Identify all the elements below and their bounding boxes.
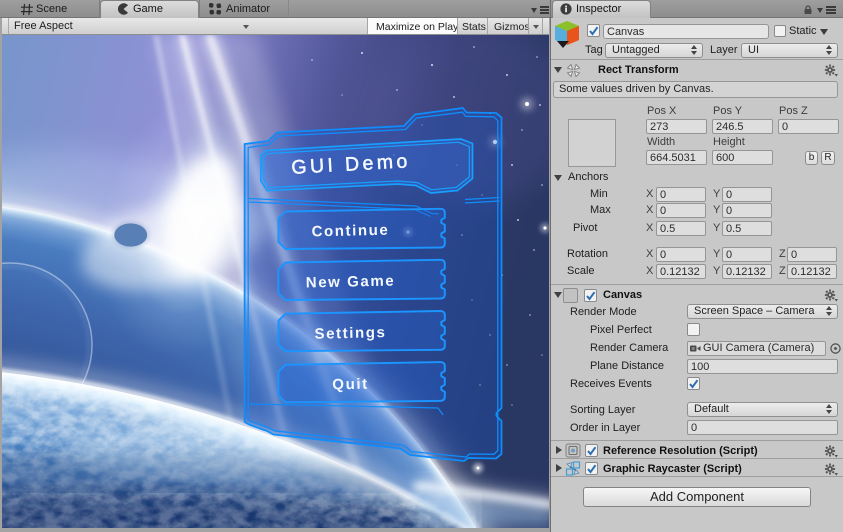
- svg-text:New Game: New Game: [306, 272, 396, 291]
- svg-text:Quit: Quit: [332, 376, 369, 394]
- svg-text:Continue: Continue: [311, 222, 389, 241]
- svg-text:Settings: Settings: [314, 324, 386, 343]
